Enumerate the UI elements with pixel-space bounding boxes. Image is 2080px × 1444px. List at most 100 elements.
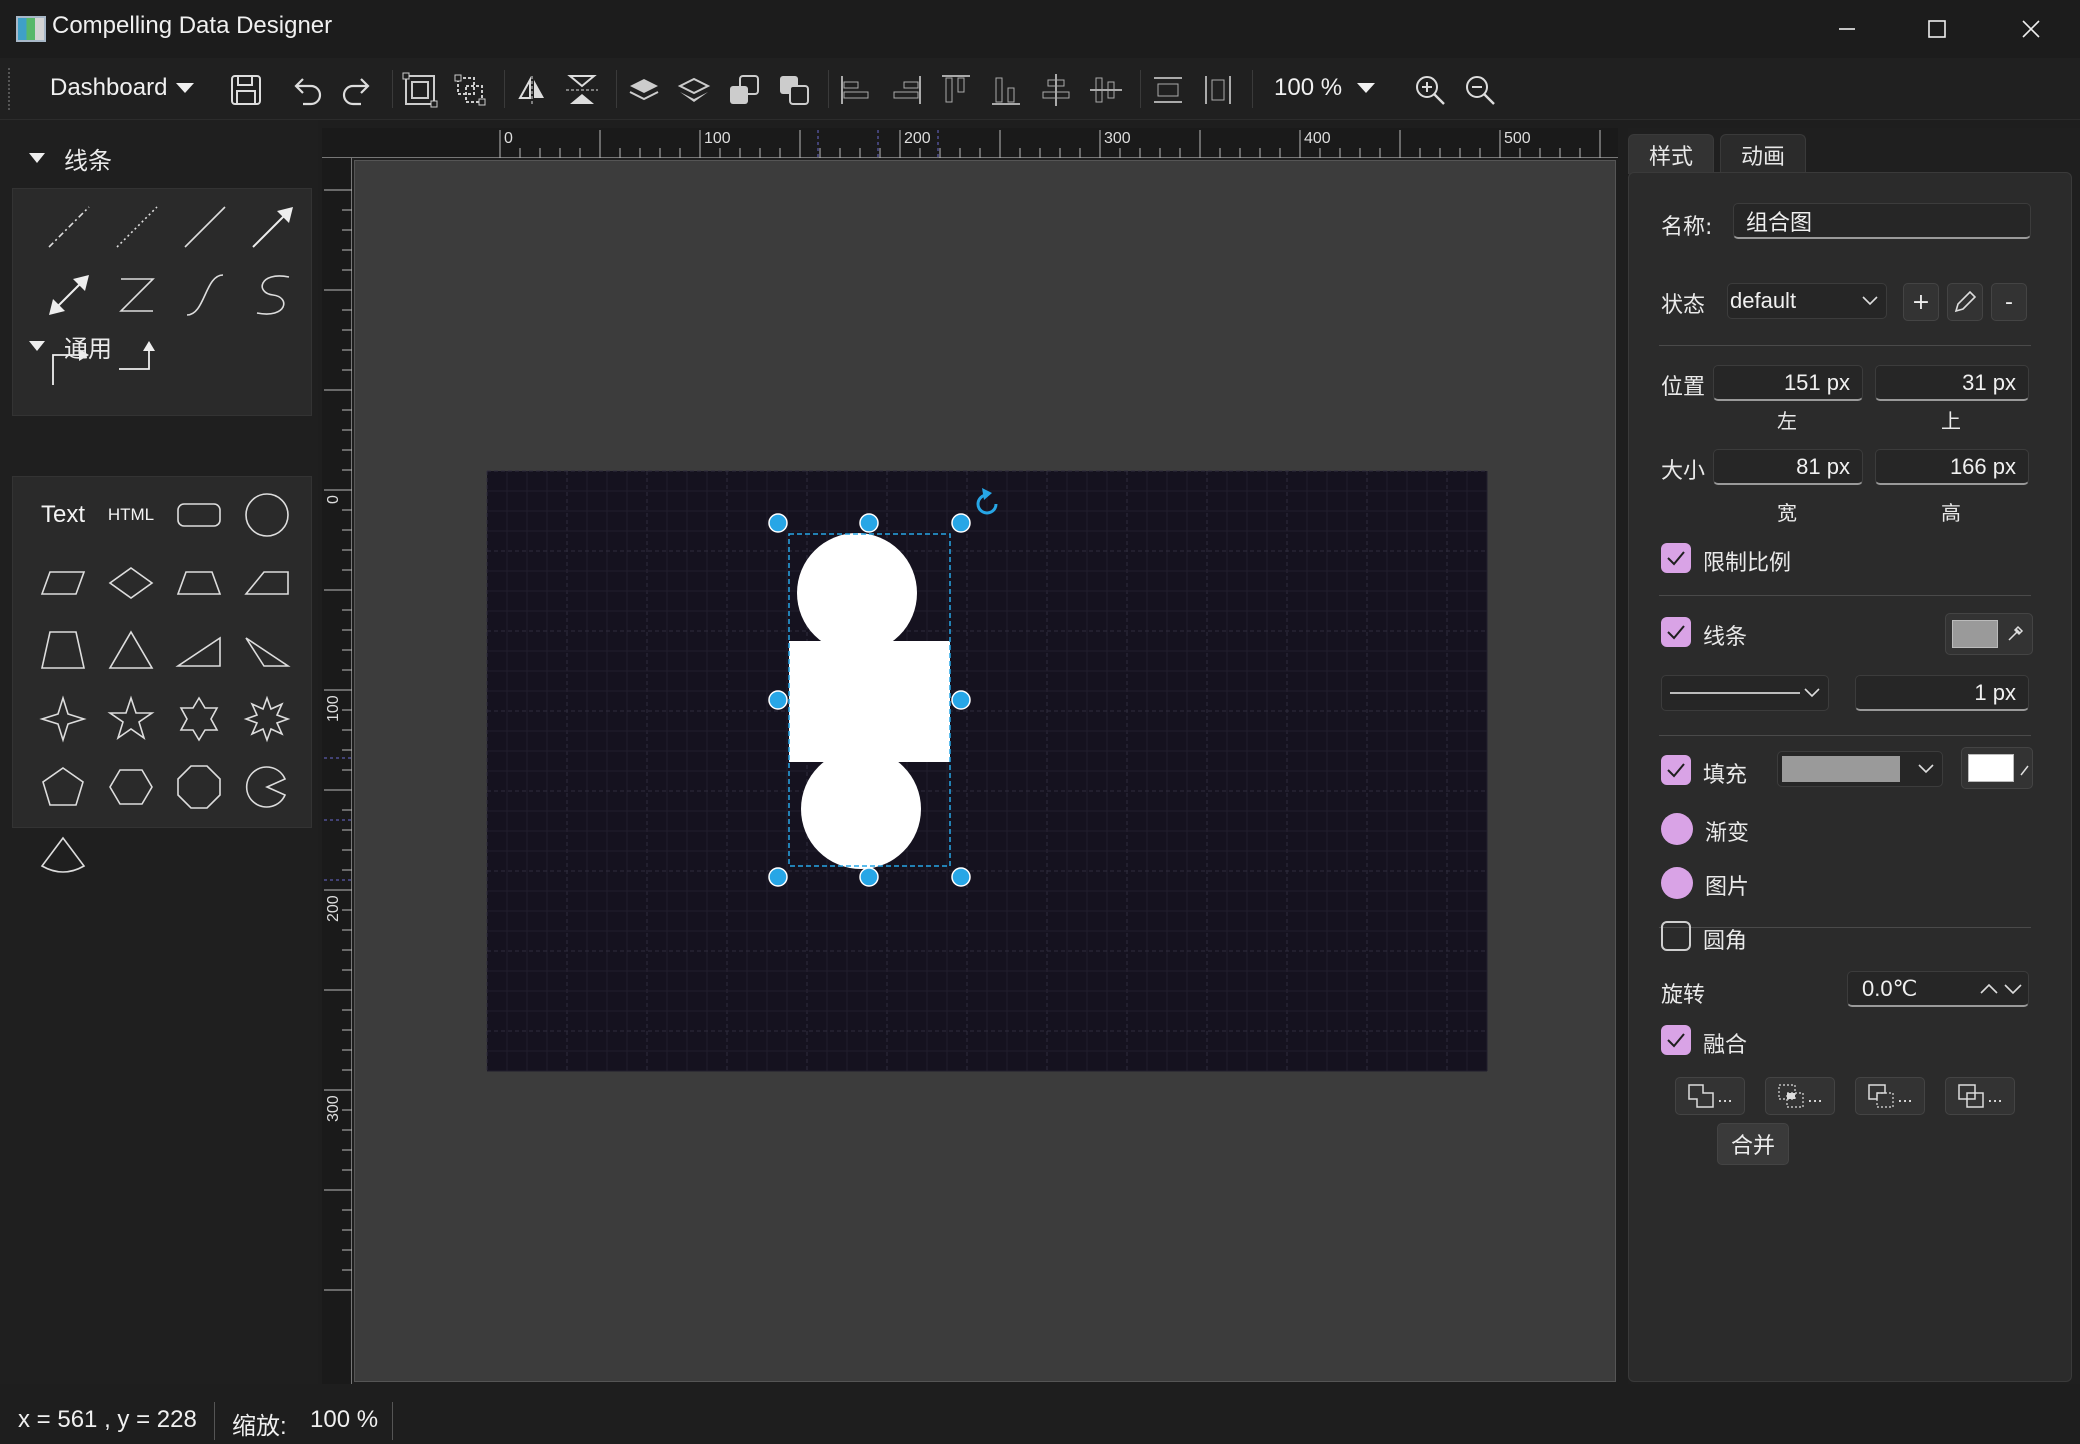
rotate-value: 0.0℃ [1862, 975, 1918, 1001]
arrow-line-tool[interactable] [241, 195, 305, 259]
remove-state-button[interactable]: - [1991, 283, 2027, 321]
save-icon [231, 75, 261, 105]
four-point-star-tool[interactable] [31, 687, 95, 751]
zoom-status-label: 缩放: [232, 1413, 287, 1440]
bring-to-front-button[interactable] [722, 68, 766, 112]
image-radio[interactable] [1661, 867, 1693, 899]
right-triangle-tool[interactable] [167, 619, 231, 683]
merge-exclude-button[interactable]: ... [1945, 1077, 2015, 1115]
align-bottom-button[interactable] [984, 68, 1028, 112]
skewed-trapezoid-tool[interactable] [235, 551, 299, 615]
straight-line-tool[interactable] [173, 195, 237, 259]
flip-horizontal-button[interactable] [510, 68, 554, 112]
text-tool[interactable]: Text [31, 483, 95, 547]
send-to-back-button[interactable] [772, 68, 816, 112]
toolbar-grip[interactable] [8, 68, 12, 110]
state-select[interactable]: default [1727, 283, 1887, 319]
distribute-horizontal-icon [1154, 77, 1182, 103]
merge-subtract-button[interactable]: ... [1855, 1077, 1925, 1115]
align-center-vertical-button[interactable] [1084, 68, 1128, 112]
save-button[interactable] [224, 68, 268, 112]
step-connector-tool[interactable] [105, 331, 169, 395]
add-state-button[interactable]: + [1903, 283, 1939, 321]
minimize-button[interactable] [1802, 0, 1892, 58]
zoom-in-button[interactable] [1408, 68, 1452, 112]
tab-style[interactable]: 样式 [1628, 134, 1715, 174]
stroke-width-field[interactable]: 1 px [1855, 675, 2029, 711]
align-left-button[interactable] [834, 68, 878, 112]
hexagon-tool[interactable] [99, 755, 163, 819]
triangle-tool[interactable] [99, 619, 163, 683]
s-curve-tool[interactable] [241, 263, 305, 327]
eight-point-star-tool[interactable] [235, 687, 299, 751]
align-top-button[interactable] [934, 68, 978, 112]
design-workspace[interactable] [354, 160, 1616, 1382]
stroke-checkbox[interactable] [1661, 617, 1691, 647]
diamond-tool[interactable] [99, 551, 163, 615]
five-point-star-tool[interactable] [99, 687, 163, 751]
zoom-selector[interactable]: 100 % [1274, 70, 1376, 106]
six-point-star-tool[interactable] [167, 687, 231, 751]
tall-trapezoid-tool[interactable] [31, 619, 95, 683]
stroke-color-picker[interactable] [1945, 613, 2033, 655]
bring-forward-button[interactable] [622, 68, 666, 112]
height-field[interactable]: 166 px [1875, 449, 2029, 485]
rotate-spinner[interactable]: 0.0℃ [1847, 971, 2029, 1007]
sector-tool[interactable] [31, 823, 95, 887]
lines-section-header[interactable]: 线条 [28, 138, 112, 178]
merge-checkbox[interactable] [1661, 1025, 1691, 1055]
lock-ratio-checkbox[interactable] [1661, 543, 1691, 573]
pentagon-tool[interactable] [31, 755, 95, 819]
merge-union-button[interactable]: ... [1675, 1077, 1745, 1115]
distribute-vertical-button[interactable] [1196, 68, 1240, 112]
chevron-up-icon[interactable] [1980, 983, 1998, 995]
merge-apply-button[interactable]: 合并 [1717, 1123, 1789, 1165]
html-tool[interactable]: HTML [99, 483, 163, 547]
parallelogram-tool[interactable] [31, 551, 95, 615]
style-properties: 名称: 组合图 状态 default + - 位置 151 px 31 px 左… [1628, 172, 2072, 1382]
rounded-corners-checkbox[interactable] [1661, 921, 1691, 951]
fill-checkbox[interactable] [1661, 755, 1691, 785]
page-selector[interactable]: Dashboard [50, 70, 195, 106]
send-backward-button[interactable] [672, 68, 716, 112]
stroke-style-select[interactable] [1661, 675, 1829, 711]
fill-color-select[interactable] [1777, 751, 1943, 787]
left-caption: 左 [1777, 409, 1797, 433]
dash-dot-line-tool[interactable] [37, 195, 101, 259]
flip-vertical-button[interactable] [560, 68, 604, 112]
polyline-tool[interactable] [105, 263, 169, 327]
edit-state-button[interactable] [1947, 283, 1983, 321]
rounded-rectangle-tool[interactable] [167, 483, 231, 547]
circle-tool[interactable] [235, 483, 299, 547]
distribute-horizontal-button[interactable] [1146, 68, 1190, 112]
chevron-down-icon[interactable] [2004, 983, 2022, 995]
align-center-horizontal-button[interactable] [1034, 68, 1078, 112]
fill-swatch-picker[interactable] [1961, 747, 2033, 789]
width-field[interactable]: 81 px [1713, 449, 1863, 485]
octagon-tool[interactable] [167, 755, 231, 819]
check-icon [1667, 625, 1685, 640]
obtuse-triangle-tool[interactable] [235, 619, 299, 683]
close-button[interactable] [1986, 0, 2076, 58]
trapezoid-tool[interactable] [167, 551, 231, 615]
ruler-h-label-500: 500 [1504, 130, 1531, 147]
redo-button[interactable] [334, 68, 378, 112]
ungroup-button[interactable] [448, 68, 492, 112]
bring-to-front-icon [730, 75, 759, 104]
align-right-button[interactable] [884, 68, 928, 112]
left-field[interactable]: 151 px [1713, 365, 1863, 401]
zoom-out-button[interactable] [1458, 68, 1502, 112]
maximize-button[interactable] [1892, 0, 1982, 58]
tab-animation[interactable]: 动画 [1720, 134, 1807, 174]
double-arrow-line-tool[interactable] [37, 263, 101, 327]
dotted-line-tool[interactable] [105, 195, 169, 259]
pie-tool[interactable] [235, 755, 299, 819]
curve-tool[interactable] [173, 263, 237, 327]
name-field[interactable]: 组合图 [1733, 203, 2031, 239]
undo-button[interactable] [286, 68, 330, 112]
merge-intersect-button[interactable]: ... [1765, 1077, 1835, 1115]
top-field[interactable]: 31 px [1875, 365, 2029, 401]
group-button[interactable] [398, 68, 442, 112]
gradient-radio[interactable] [1661, 813, 1693, 845]
common-section-header[interactable]: 通用 [28, 326, 112, 366]
